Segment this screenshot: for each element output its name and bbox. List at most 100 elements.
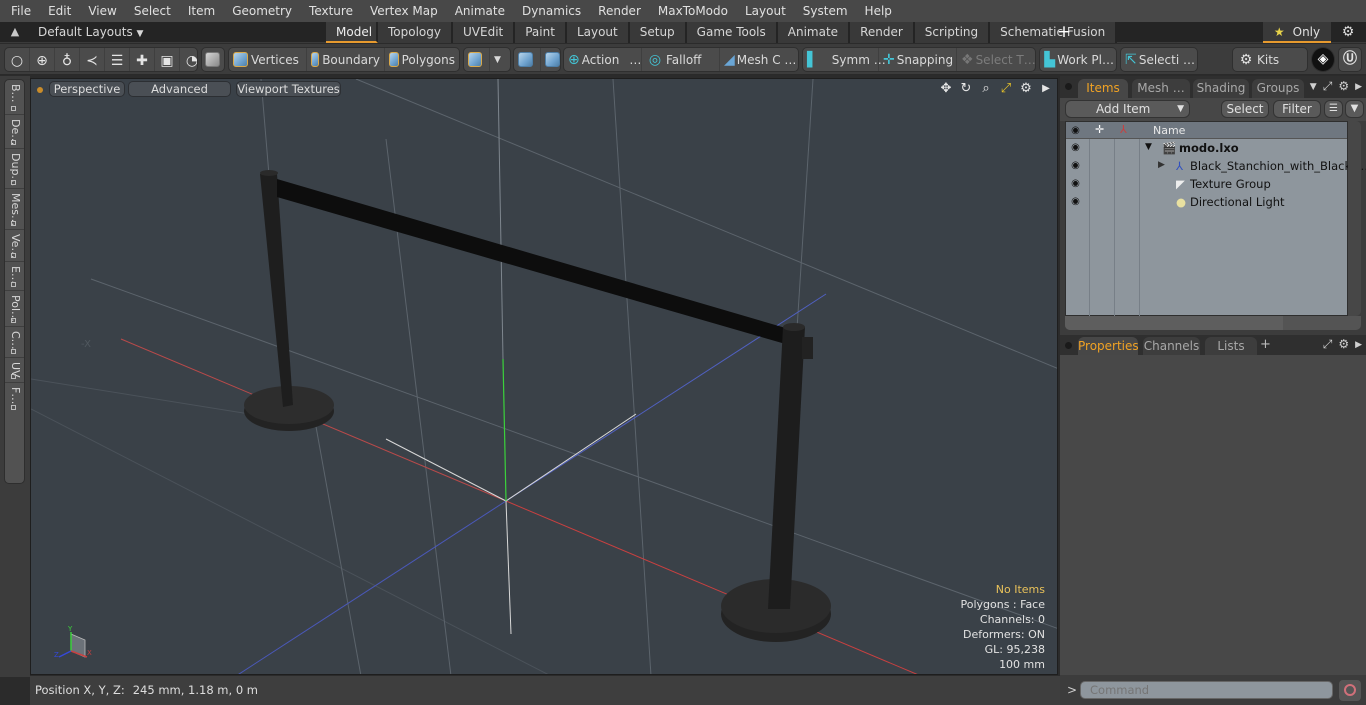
tab-mesh[interactable]: Mesh …: [1132, 79, 1190, 98]
tab-render[interactable]: Render: [850, 22, 915, 43]
palette-tab-deform[interactable]: De…: [5, 115, 24, 149]
palette-tab-duplicate[interactable]: Dup…: [5, 149, 24, 189]
visibility-eye-icon[interactable]: ◉: [1070, 178, 1081, 189]
item-mode-button[interactable]: [202, 48, 224, 71]
layout-selector[interactable]: Default Layouts ▼: [38, 24, 143, 43]
play-arrow-icon[interactable]: ▶: [1355, 337, 1362, 353]
palette-tab-uv[interactable]: UV: [5, 358, 24, 383]
add-item-button[interactable]: Add Item ▼: [1065, 100, 1190, 118]
tree-row-mesh[interactable]: ◉ ▶ ⅄ Black_Stanchion_with_Black_ …: [1066, 157, 1366, 175]
visibility-column-icon[interactable]: ◉: [1070, 125, 1081, 136]
palette-tab-fusion[interactable]: F…: [5, 383, 24, 413]
transform-b-button[interactable]: [541, 48, 560, 71]
palette-tab-vertex[interactable]: Ve…: [5, 230, 24, 262]
record-macro-button[interactable]: [1339, 680, 1361, 701]
tab-items[interactable]: Items: [1078, 79, 1128, 98]
chevron-down-icon[interactable]: ▼: [1310, 79, 1317, 95]
layout-collapse-icon[interactable]: ▲: [8, 25, 22, 39]
list-options-icon[interactable]: ☰: [1324, 100, 1343, 118]
menu-vertex-map[interactable]: Vertex Map: [364, 0, 444, 22]
filter-button[interactable]: Filter: [1273, 100, 1321, 118]
snapping-button[interactable]: ✛ Snapping: [879, 48, 957, 71]
select-button[interactable]: Select: [1221, 100, 1269, 118]
boundary-button[interactable]: Boundary: [307, 48, 385, 71]
unreal-button[interactable]: Ⓤ: [1338, 47, 1362, 72]
visibility-eye-icon[interactable]: ◉: [1070, 160, 1081, 171]
tab-paint[interactable]: Paint: [515, 22, 567, 43]
menu-select[interactable]: Select: [128, 0, 177, 22]
command-input[interactable]: [1080, 681, 1333, 699]
palette-tab-mesh-edit[interactable]: Mes…: [5, 189, 24, 230]
stack-tool-button[interactable]: ☰: [105, 48, 130, 71]
perspective-button[interactable]: Perspective: [49, 81, 125, 97]
visibility-eye-icon[interactable]: ◉: [1070, 196, 1081, 207]
sphere-tool-button[interactable]: ○: [5, 48, 30, 71]
expand-right-icon[interactable]: ▶: [1158, 160, 1165, 170]
menu-file[interactable]: File: [5, 0, 37, 22]
dial-tool-button[interactable]: ◔: [180, 48, 197, 71]
menu-render[interactable]: Render: [592, 0, 647, 22]
visibility-eye-icon[interactable]: ◉: [1070, 142, 1081, 153]
work-plane-button[interactable]: ▙ Work Pl…: [1040, 48, 1116, 71]
tab-shading[interactable]: Shading: [1193, 79, 1249, 98]
items-vertical-scrollbar[interactable]: [1348, 121, 1361, 316]
stanchion-right[interactable]: [721, 323, 831, 642]
mesh-constraint-button[interactable]: ◢ Mesh C …: [720, 48, 798, 71]
maximize-icon[interactable]: ⤢: [999, 81, 1013, 97]
tab-scripting[interactable]: Scripting: [914, 22, 991, 43]
tab-schematic-fusion[interactable]: Schematic Fusion: [990, 22, 1118, 43]
palette-tab-curve[interactable]: C…: [5, 327, 24, 358]
menu-edit[interactable]: Edit: [42, 0, 77, 22]
cross-tool-button[interactable]: ✚: [130, 48, 155, 71]
panel-options-dot[interactable]: [1065, 83, 1072, 90]
scrollbar-thumb[interactable]: [1065, 316, 1283, 330]
tree-row-light[interactable]: ◉ ● Directional Light: [1066, 193, 1347, 211]
frame-tool-button[interactable]: ▣: [155, 48, 180, 71]
name-column-header[interactable]: Name: [1153, 124, 1185, 137]
menu-animate[interactable]: Animate: [449, 0, 511, 22]
panel-options-dot[interactable]: [1065, 342, 1072, 349]
shading-advanced-button[interactable]: Advanced: [128, 81, 231, 97]
symmetry-button[interactable]: ▌ Symm …: [803, 48, 886, 71]
add-tab-button[interactable]: +: [1260, 337, 1271, 352]
selection-sets-button[interactable]: ⇱ Selecti …: [1121, 48, 1197, 71]
menu-help[interactable]: Help: [859, 0, 898, 22]
viewport-options-dot[interactable]: [37, 87, 43, 93]
tab-animate[interactable]: Animate: [777, 22, 851, 43]
tree-row-scene[interactable]: ◉ ▼ 🎬 modo.lxo: [1066, 139, 1347, 157]
globe-tool-button[interactable]: ⊕: [30, 48, 55, 71]
material-mode-dropdown[interactable]: ▼: [490, 48, 510, 71]
tab-lists[interactable]: Lists: [1205, 337, 1257, 356]
tab-setup[interactable]: Setup: [629, 22, 687, 43]
gear-icon[interactable]: ⚙: [1019, 81, 1033, 97]
play-arrow-icon[interactable]: ▶: [1039, 81, 1053, 97]
pan-icon[interactable]: ✥: [939, 81, 953, 97]
maximize-icon[interactable]: ⤢: [1323, 79, 1333, 95]
play-arrow-icon[interactable]: ▶: [1355, 79, 1362, 95]
tab-properties[interactable]: Properties: [1078, 337, 1139, 356]
rotate-icon[interactable]: ↻: [959, 81, 973, 97]
viewport-textures-button[interactable]: Viewport Textures: [236, 81, 341, 97]
action-button[interactable]: ⊕ Action…: [564, 48, 642, 71]
items-horizontal-scrollbar[interactable]: [1065, 316, 1361, 330]
menu-view[interactable]: View: [82, 0, 122, 22]
gear-icon[interactable]: ⚙: [1338, 337, 1349, 353]
tab-groups[interactable]: Groups: [1252, 79, 1304, 98]
pen-tool-button[interactable]: ♁: [55, 48, 80, 71]
menu-texture[interactable]: Texture: [303, 0, 359, 22]
menu-item[interactable]: Item: [182, 0, 221, 22]
menu-geometry[interactable]: Geometry: [226, 0, 298, 22]
palette-tab-polygon[interactable]: Pol…: [5, 291, 24, 327]
transform-a-button[interactable]: [514, 48, 541, 71]
tab-uvedit[interactable]: UVEdit: [453, 22, 516, 43]
unity-button[interactable]: ◈: [1311, 47, 1335, 72]
tab-game-tools[interactable]: Game Tools: [686, 22, 778, 43]
palette-tab-edge[interactable]: E…: [5, 262, 24, 291]
funnel-filter-icon[interactable]: ▼: [1345, 100, 1364, 118]
falloff-button[interactable]: ◎ Falloff: [642, 48, 720, 71]
retractable-belt[interactable]: [277, 179, 789, 345]
zoom-icon[interactable]: ⌕: [979, 81, 993, 97]
kits-button[interactable]: ⚙ Kits: [1233, 48, 1307, 71]
tab-channels[interactable]: Channels: [1143, 337, 1200, 356]
lock-column-icon[interactable]: ✛: [1095, 123, 1104, 136]
